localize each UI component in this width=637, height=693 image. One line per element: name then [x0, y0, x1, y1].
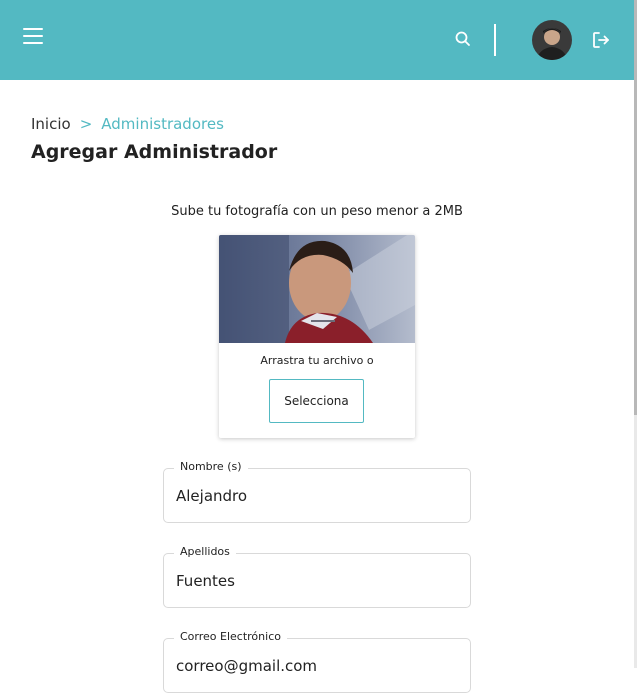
drag-drop-text: Arrastra tu archivo o	[260, 354, 374, 367]
hamburger-menu-icon[interactable]	[23, 28, 43, 46]
breadcrumb-current-link[interactable]: Administradores	[101, 115, 224, 133]
breadcrumb-separator: >	[79, 115, 93, 133]
correo-field: Correo Electrónico	[163, 630, 471, 693]
page-title: Agregar Administrador	[31, 141, 278, 163]
photo-upload-dropzone[interactable]: Arrastra tu archivo o Selecciona	[219, 235, 415, 438]
search-icon[interactable]	[454, 30, 472, 48]
correo-input[interactable]	[176, 655, 456, 677]
apellidos-field: Apellidos	[163, 545, 471, 608]
nombre-input[interactable]	[176, 485, 456, 507]
select-file-button[interactable]: Selecciona	[269, 379, 364, 423]
user-avatar[interactable]	[532, 20, 572, 60]
apellidos-label: Apellidos	[174, 545, 236, 558]
logout-icon[interactable]	[591, 30, 611, 50]
header-divider	[494, 24, 496, 56]
breadcrumb-home-link[interactable]: Inicio	[31, 115, 71, 133]
nombre-field: Nombre (s)	[163, 460, 471, 523]
breadcrumb: Inicio > Administradores	[31, 115, 224, 133]
apellidos-input[interactable]	[176, 570, 456, 592]
top-navbar	[0, 0, 634, 80]
correo-label: Correo Electrónico	[174, 630, 287, 643]
upload-hint: Sube tu fotografía con un peso menor a 2…	[171, 204, 463, 219]
nombre-label: Nombre (s)	[174, 460, 248, 473]
profile-photo-preview	[219, 235, 415, 343]
